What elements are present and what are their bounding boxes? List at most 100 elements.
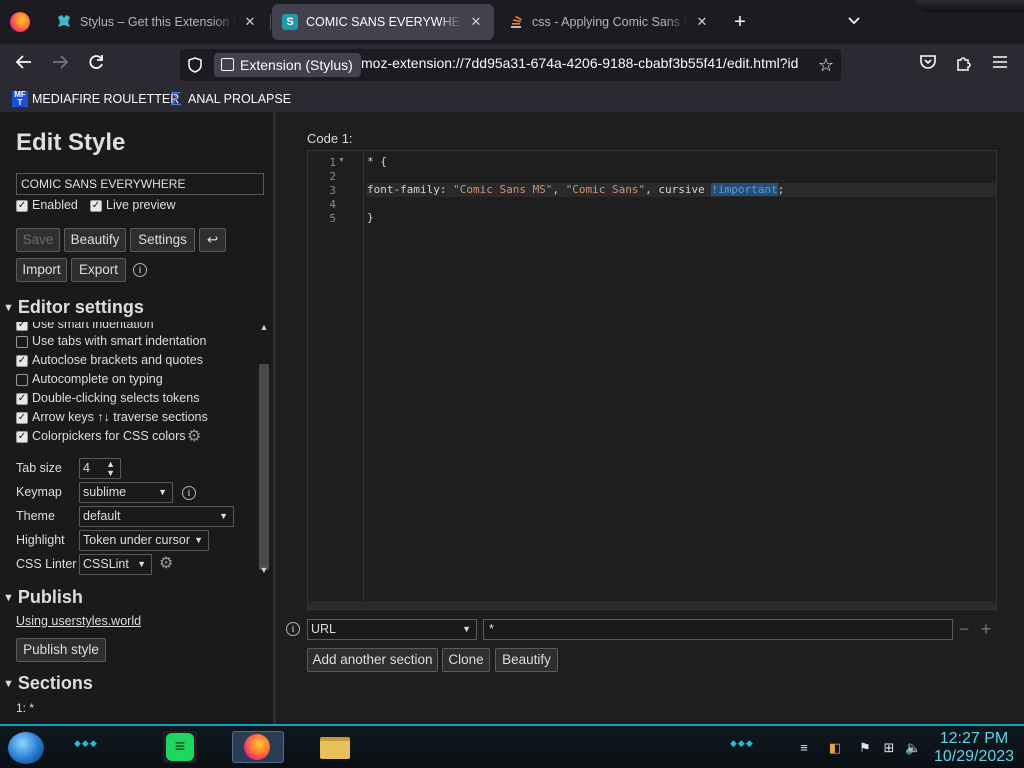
tab-size-stepper[interactable]: 4 ▲ ▼ <box>79 458 121 479</box>
highlight-select[interactable]: Token under cursor ▼ <box>79 530 209 551</box>
setting-autocomplete[interactable]: Autocomplete on typing <box>16 372 163 386</box>
beautify-section-button[interactable]: Beautify <box>495 648 558 672</box>
export-button[interactable]: Export <box>71 258 126 282</box>
start-orb-icon[interactable] <box>8 732 44 764</box>
checkbox[interactable] <box>16 335 28 348</box>
checkbox[interactable]: ✓ <box>16 411 28 424</box>
tab-css-question[interactable]: css - Applying Comic Sans Ma ✕ <box>498 4 720 40</box>
hamburger-menu-icon[interactable] <box>989 54 1011 76</box>
tray-overflow-icon[interactable]: ≡ <box>796 740 812 756</box>
css-linter-label: CSS Linter <box>16 557 77 571</box>
forward-button[interactable] <box>48 53 72 77</box>
userstyles-world-link[interactable]: Using userstyles.world <box>16 614 141 628</box>
theme-select[interactable]: default ▼ <box>79 506 234 527</box>
pocket-icon[interactable] <box>917 54 939 76</box>
url-text[interactable]: moz-extension://7dd95a31-674a-4206-9188-… <box>361 55 807 71</box>
code-editor[interactable]: 1 ▼ 2 3 4 5 * { font-family: "Comic Sans… <box>307 150 997 610</box>
tab-stylus-addon[interactable]: Stylus – Get this Extension for ✕ <box>46 4 268 40</box>
css-linter-select[interactable]: CSSLint ▼ <box>79 554 152 575</box>
url-bar[interactable]: Extension (Stylus) moz-extension://7dd95… <box>180 49 841 81</box>
clock-time[interactable]: 12:27 PM <box>939 730 1009 748</box>
theme-label: Theme <box>16 509 55 523</box>
close-icon[interactable]: ✕ <box>694 14 710 30</box>
setting-double-click[interactable]: ✓ Double-clicking selects tokens <box>16 391 199 405</box>
publish-heading[interactable]: ▼ Publish <box>3 587 83 608</box>
volume-icon[interactable]: 🔈 <box>905 740 921 756</box>
checkbox[interactable]: ✓ <box>90 199 102 212</box>
checkbox[interactable]: ✓ <box>16 392 28 405</box>
tab-comic-sans[interactable]: S COMIC SANS EVERYWHERE - St ✕ <box>272 4 494 40</box>
back-arrow-icon <box>15 55 31 69</box>
sections-heading[interactable]: ▼ Sections <box>3 673 93 694</box>
close-icon[interactable]: ✕ <box>468 14 484 30</box>
section-list-item[interactable]: 1: * <box>16 701 34 715</box>
extensions-puzzle-icon[interactable] <box>953 54 975 76</box>
code-line[interactable] <box>366 169 996 183</box>
code-line[interactable]: } <box>366 211 996 225</box>
fold-marker-icon[interactable]: ▼ <box>338 157 345 164</box>
reload-button[interactable] <box>84 53 108 77</box>
close-icon[interactable]: ✕ <box>242 14 258 30</box>
live-preview-checkbox[interactable]: ✓ Live preview <box>90 198 175 212</box>
tracking-protection-shield-icon[interactable] <box>188 57 202 73</box>
remove-applies-to-button[interactable]: − <box>956 618 972 640</box>
line-number-gutter: 1 ▼ 2 3 4 5 <box>308 151 364 609</box>
checkbox[interactable]: ✓ <box>16 354 28 367</box>
site-identity-button[interactable]: Extension (Stylus) <box>214 53 361 77</box>
settings-button[interactable]: Settings <box>130 228 195 252</box>
tray-app-icon[interactable]: ◧ <box>827 740 843 756</box>
import-button[interactable]: Import <box>16 258 67 282</box>
setting-smart-indent[interactable]: ✓ Use smart indentation <box>16 322 154 331</box>
applies-to-type-select[interactable]: URL ▼ <box>307 619 477 640</box>
keymap-select[interactable]: sublime ▼ <box>79 482 173 503</box>
network-icon[interactable]: ⊞ <box>881 740 897 756</box>
style-name-input[interactable] <box>16 173 264 195</box>
action-center-flag-icon[interactable]: ⚑ <box>857 740 873 756</box>
applies-to-value-input[interactable]: * <box>483 619 953 640</box>
info-icon[interactable]: i <box>182 486 196 500</box>
editor-settings-panel[interactable]: ✓ Use smart indentation Use tabs with sma… <box>0 322 273 578</box>
gear-icon[interactable]: ⚙ <box>187 429 201 445</box>
list-all-tabs-button[interactable] <box>844 10 864 34</box>
save-button[interactable]: Save <box>16 228 60 252</box>
add-applies-to-button[interactable]: + <box>978 618 994 640</box>
editor-horizontal-scrollbar[interactable] <box>308 601 996 609</box>
bookmark-second[interactable]: Σ ANAL PROLAPSE <box>168 90 291 108</box>
clone-button[interactable]: Clone <box>442 648 490 672</box>
checkbox[interactable] <box>16 373 28 386</box>
gear-icon[interactable]: ⚙ <box>159 556 173 572</box>
clock-date[interactable]: 10/29/2023 <box>930 748 1018 766</box>
back-button[interactable] <box>12 53 36 77</box>
keymap-label: Keymap <box>16 485 62 499</box>
file-explorer-taskbar-button[interactable] <box>318 731 352 763</box>
setting-arrow-keys[interactable]: ✓ Arrow keys ↑↓ traverse sections <box>16 410 208 424</box>
undo-button[interactable]: ↩ <box>199 228 226 252</box>
code-line[interactable]: * { <box>366 155 996 169</box>
firefox-logo-icon[interactable] <box>10 12 30 32</box>
stepper-arrows-icon[interactable]: ▲ ▼ <box>106 460 115 478</box>
info-icon[interactable]: i <box>286 622 300 636</box>
enabled-checkbox[interactable]: ✓ Enabled <box>16 198 78 212</box>
publish-style-button[interactable]: Publish style <box>16 638 106 662</box>
spotify-taskbar-button[interactable]: ≡ <box>163 731 197 763</box>
bookmark-mediafire[interactable]: MF T MEDIAFIRE ROULETTER <box>12 90 179 108</box>
identity-label: Extension (Stylus) <box>240 57 353 73</box>
checkbox[interactable]: ✓ <box>16 322 28 331</box>
editor-settings-heading[interactable]: ▼ Editor settings <box>3 297 144 318</box>
new-tab-button[interactable]: + <box>728 10 752 34</box>
scroll-up-icon[interactable]: ▲ <box>258 322 270 332</box>
checkbox[interactable]: ✓ <box>16 430 28 443</box>
add-another-section-button[interactable]: Add another section <box>307 648 438 672</box>
code-line[interactable] <box>366 197 996 211</box>
settings-scrollbar-thumb[interactable] <box>259 364 269 570</box>
setting-colorpickers[interactable]: ✓ Colorpickers for CSS colors <box>16 429 186 443</box>
beautify-button[interactable]: Beautify <box>64 228 126 252</box>
firefox-taskbar-button[interactable] <box>232 731 284 763</box>
setting-tabs-smart-indent[interactable]: Use tabs with smart indentation <box>16 334 206 348</box>
setting-autoclose[interactable]: ✓ Autoclose brackets and quotes <box>16 353 203 367</box>
bookmark-star-icon[interactable]: ☆ <box>815 54 837 76</box>
scroll-down-icon[interactable]: ▼ <box>258 565 270 575</box>
code-line-active[interactable]: font-family: "Comic Sans MS", "Comic San… <box>366 183 996 197</box>
checkbox[interactable]: ✓ <box>16 199 28 212</box>
info-icon[interactable]: i <box>133 263 147 277</box>
